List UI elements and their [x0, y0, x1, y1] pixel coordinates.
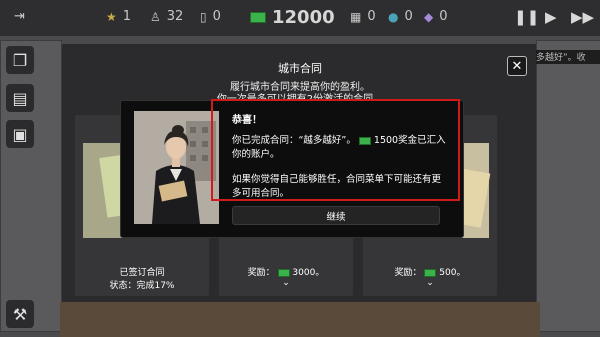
resource-c-display: ◆ 0 [424, 9, 448, 24]
advisor-portrait [134, 111, 219, 224]
worker-icon: ▯ [200, 9, 207, 24]
person-icon: ♙ [150, 9, 161, 24]
card-status-title: 已签订合同 [119, 268, 165, 278]
population-value: 32 [166, 9, 184, 24]
chevron-down-icon: ⌄ [426, 278, 434, 288]
card-reward: 奖励： 500。 [363, 265, 497, 278]
population-display: ♙ 32 [150, 9, 183, 24]
workers-display: ▯ 0 [200, 9, 221, 24]
resource-c-value: 0 [439, 9, 448, 24]
resource-a-display: ▦ 0 [350, 9, 376, 24]
cash-icon [277, 268, 290, 277]
building-icon: ▦ [350, 9, 362, 24]
rating-value: 1 [122, 9, 132, 24]
reward-label: 奖励： [247, 268, 275, 278]
contracts-icon[interactable]: ▣ [6, 120, 34, 148]
reward-amount: 3000。 [292, 268, 325, 278]
card-reward: 奖励： 3000。 [219, 265, 353, 278]
exit-icon[interactable]: ⇥ [14, 9, 25, 24]
fast-forward-icon[interactable]: ▶▶ [571, 8, 594, 26]
card-status-progress: 状态：完成17% [109, 281, 175, 291]
resource-b-display: ● 0 [388, 9, 413, 24]
money-value: 12000 [272, 7, 335, 28]
resource-a-value: 0 [367, 9, 376, 24]
gem-icon: ◆ [424, 9, 434, 24]
rating-display: ★ 1 [106, 9, 131, 24]
chevron-down-icon: ⌄ [282, 278, 290, 288]
annotation-highlight-box [211, 99, 460, 201]
money-display: 12000 [250, 7, 335, 28]
globe-icon: ● [388, 9, 399, 24]
workers-value: 0 [212, 9, 221, 24]
resource-b-value: 0 [404, 9, 413, 24]
star-icon: ★ [106, 9, 117, 24]
continue-button[interactable]: 继续 [232, 206, 440, 225]
reward-amount: 500。 [439, 268, 466, 278]
cash-icon [250, 12, 266, 23]
play-icon[interactable]: ▶ [545, 8, 557, 26]
pause-icon[interactable]: ❚❚ [514, 8, 539, 26]
close-button[interactable]: ✕ [507, 56, 527, 76]
build-tools-icon[interactable]: ⚒ [6, 300, 34, 328]
ground-strip [60, 302, 540, 337]
cash-icon [424, 268, 437, 277]
reward-label: 奖励： [394, 268, 422, 278]
